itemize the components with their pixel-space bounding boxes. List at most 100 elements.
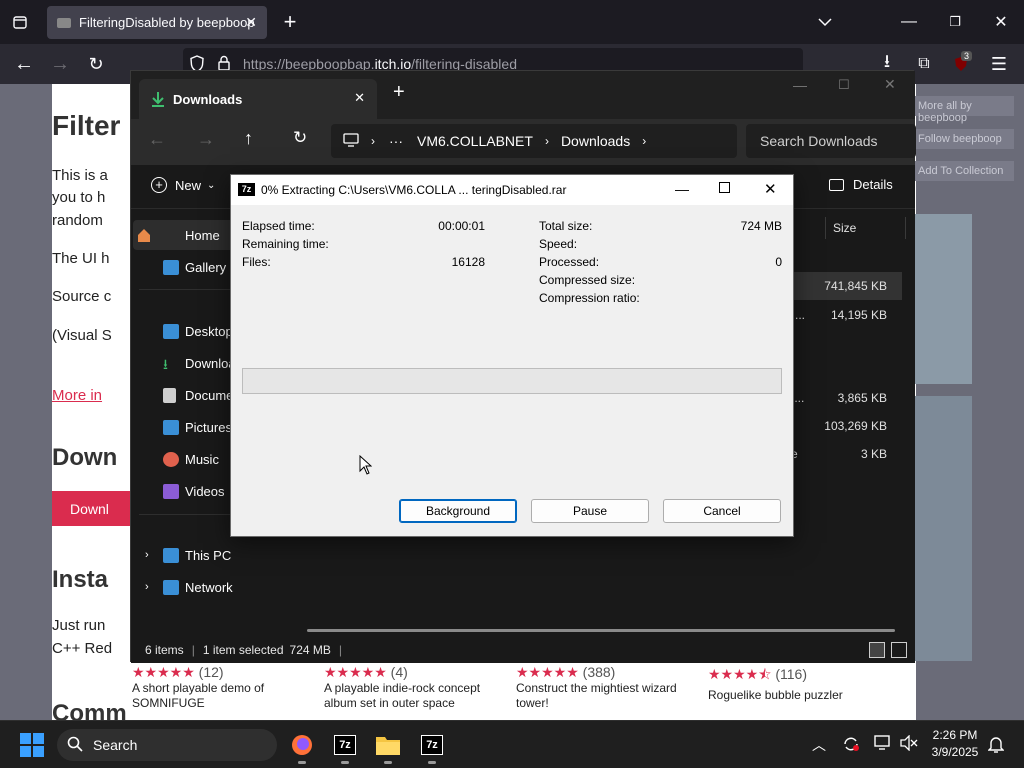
desktop-icon (163, 324, 179, 339)
dialog-maximize-icon[interactable] (719, 182, 730, 193)
restore-icon[interactable]: ❐ (938, 5, 972, 39)
cancel-button[interactable]: Cancel (663, 499, 781, 523)
taskbar-search[interactable]: Search (57, 729, 277, 761)
taskbar: Search 7z 7z ︿ 2:26 PM 3/9/2025 (0, 720, 1024, 768)
background-button[interactable]: Background (399, 499, 517, 523)
side-link-collection[interactable]: Add To Collection (914, 161, 1014, 181)
file-size: 14,195 KB (830, 308, 887, 322)
page-title: Filter (52, 110, 121, 141)
side-link-follow[interactable]: Follow beepboop (914, 129, 1014, 149)
file-size: 3,865 KB (837, 391, 887, 405)
breadcrumb-downloads[interactable]: Downloads (561, 133, 630, 149)
mouse-cursor-icon (359, 454, 373, 480)
explorer-tab-label: Downloads (173, 91, 243, 107)
screenshot-thumb-2[interactable] (914, 396, 972, 661)
ublock-icon[interactable]: 3 (944, 47, 978, 81)
back-arrow-icon[interactable]: ← (7, 47, 41, 81)
explorer-forward-icon[interactable]: → (197, 129, 215, 150)
nav-label: This PC (185, 547, 232, 563)
close-window-icon[interactable]: ✕ (984, 5, 1018, 39)
game-card-2[interactable]: ★★★★★ (4) A playable indie-rock concept … (324, 664, 494, 711)
nav-label: Network (185, 579, 233, 595)
desc-line-5: Source c (52, 288, 112, 305)
chevron-down-icon: ⌄ (207, 179, 216, 191)
explorer-minimize-icon[interactable]: — (793, 77, 807, 93)
breadcrumb-vm6[interactable]: VM6.COLLABNET (417, 133, 533, 149)
nav-label: Downloa (185, 355, 236, 371)
favicon-icon (57, 17, 71, 28)
desc-line-4: The UI h (52, 250, 110, 267)
dialog-close-icon[interactable]: ✕ (764, 180, 777, 198)
explorer-up-icon[interactable]: ↑ (244, 128, 253, 149)
file-explorer-app-icon[interactable] (372, 729, 404, 764)
explorer-tab-close-icon[interactable]: ✕ (354, 90, 365, 106)
expand-chevron-icon[interactable]: › (145, 549, 149, 561)
sync-icon[interactable] (842, 735, 860, 758)
more-info-link[interactable]: More in (52, 387, 102, 404)
side-link-more[interactable]: More all by beepboop (914, 96, 1014, 124)
chevron-up-icon[interactable]: ︿ (812, 735, 826, 755)
download-button[interactable]: Downl (52, 491, 130, 526)
browser-tab-active[interactable]: FilteringDisabled by beepboop ✕ (47, 6, 267, 39)
system-clock[interactable]: 2:26 PM 3/9/2025 (928, 727, 982, 761)
breadcrumb-chevron-icon: › (371, 134, 375, 148)
explorer-search-box[interactable]: Search Downloads (746, 124, 916, 158)
notification-bell-icon[interactable] (987, 735, 1005, 758)
nav-item-this-pc[interactable]: › This PC (133, 540, 287, 570)
rating-count: (116) (775, 666, 808, 682)
network-status-icon[interactable] (874, 735, 892, 756)
expand-chevron-icon[interactable]: › (145, 581, 149, 593)
rating-stars: ★★★★⯪ (708, 666, 772, 682)
dialog-minimize-icon[interactable]: — (675, 181, 689, 197)
forward-arrow-icon[interactable]: → (43, 47, 77, 81)
extract-progress-dialog: 7z 0% Extracting C:\Users\VM6.COLLA ... … (230, 174, 794, 537)
install-line-2: C++ Red (52, 640, 113, 657)
extension-badge: 3 (961, 51, 973, 61)
details-button[interactable]: Details (829, 177, 893, 192)
chevron-down-icon[interactable] (808, 5, 842, 39)
explorer-tab-downloads[interactable]: Downloads ✕ (139, 79, 377, 119)
explorer-address-bar: ← → ↑ ↻ › ··· VM6.COLLABNET › Downloads … (131, 119, 916, 165)
nav-item-network[interactable]: › Network (133, 572, 287, 602)
reload-icon[interactable]: ↻ (79, 47, 113, 81)
breadcrumb-ellipsis[interactable]: ··· (389, 133, 403, 149)
clock-time: 2:26 PM (932, 728, 978, 742)
new-tab-icon[interactable]: + (273, 5, 307, 39)
horizontal-scrollbar[interactable] (307, 629, 895, 632)
explorer-breadcrumb[interactable]: › ··· VM6.COLLABNET › Downloads › (331, 124, 737, 158)
screenshot-thumb-1[interactable] (914, 214, 972, 384)
download-arrow-icon: ⭳ (163, 356, 168, 372)
pause-button[interactable]: Pause (531, 499, 649, 523)
volume-muted-icon[interactable] (900, 734, 918, 756)
explorer-new-tab-icon[interactable]: + (393, 81, 405, 104)
explorer-maximize-icon[interactable]: ☐ (838, 77, 850, 93)
minimize-icon[interactable]: — (892, 5, 926, 39)
game-card-4[interactable]: ★★★★⯪ (116) Roguelike bubble puzzler (708, 664, 878, 703)
start-windows-icon[interactable] (20, 733, 44, 762)
game-card-1[interactable]: ★★★★★ (12) A short playable demo of SOMN… (132, 664, 302, 711)
desc-line-6: (Visual S (52, 327, 112, 344)
column-header-size[interactable]: Size (833, 221, 856, 235)
7zip-app-icon[interactable]: 7z (329, 729, 361, 764)
tiles-view-icon[interactable] (891, 642, 907, 658)
tab-list-icon[interactable] (3, 5, 37, 39)
home-icon (136, 228, 152, 243)
game-card-3[interactable]: ★★★★★ (388) Construct the mightiest wiza… (516, 664, 686, 711)
firefox-app-icon[interactable] (286, 729, 318, 764)
rating-count: (12) (198, 664, 224, 680)
new-button[interactable]: + New ⌄ (151, 177, 215, 193)
menu-hamburger-icon[interactable]: ☰ (982, 47, 1016, 81)
explorer-refresh-icon[interactable]: ↻ (293, 128, 307, 148)
running-indicator (298, 761, 306, 764)
rating-count: (388) (582, 664, 616, 680)
videos-icon (163, 484, 179, 499)
download-arrow-icon (151, 91, 165, 110)
desc-line-2: you to h (52, 189, 106, 206)
explorer-close-icon[interactable]: ✕ (884, 76, 896, 93)
details-view-icon[interactable] (869, 642, 885, 658)
explorer-back-icon[interactable]: ← (148, 129, 166, 150)
7zip-dialog-app-icon[interactable]: 7z (416, 729, 448, 764)
status-size: 724 MB (289, 643, 331, 657)
dialog-titlebar: 7z 0% Extracting C:\Users\VM6.COLLA ... … (231, 175, 793, 205)
tab-close-icon[interactable]: ✕ (245, 14, 257, 31)
